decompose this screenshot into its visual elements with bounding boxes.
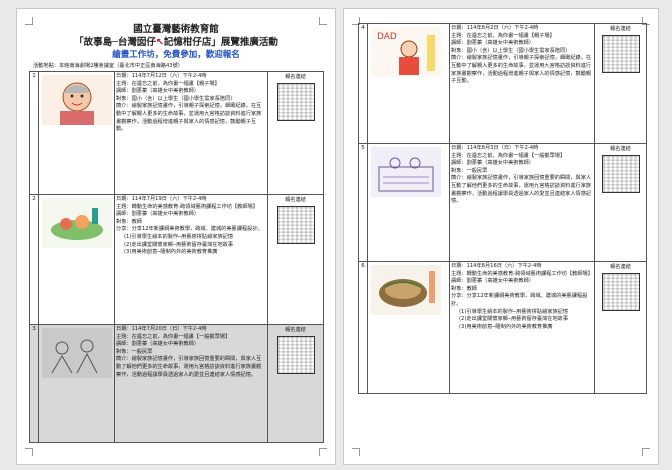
event-intro: 簡介：繪製家族記憶畫作，引導家族回憶重要的瞬間，與家人互動了解他們更多的生命故事… [451, 175, 592, 205]
registration-label: 報名連結 [610, 26, 631, 32]
event-lecturer: 講師：劉蔥蓁（高雄女中美術教師） [116, 88, 200, 95]
event-image [38, 194, 115, 325]
event-info: 日期：114年7月19日（六）下午2-4時 主題：轉動生命的美感教育-跨領域藝術… [114, 194, 268, 325]
event-number: 3 [29, 324, 39, 443]
event-bullet: (2)走出課堂關懷家鄉─用藝術留存臺灣在地故事 [459, 316, 569, 323]
exhibition-title-suffix: 記憶柑仔店」展覽推廣活動 [163, 37, 278, 48]
event-intro: 分享：分享12年新課綱美術教學，跨域、建城的美藝課程設計。 [451, 293, 588, 307]
event-date: 日期：114年8月3日（日）下午2-4時 [451, 145, 539, 151]
event-intro: 分享：分享12年新課綱美術教學，跨域、建城的美藝課程設計。 [116, 226, 263, 233]
event-registration: 報名連結 [594, 23, 647, 144]
qr-code[interactable] [601, 35, 640, 73]
event-row: 1 日期：114年7月12日（六）下午2-4時 主題：在遺忘之前，為你畫一幅畫【… [29, 71, 324, 195]
registration-label: 報名連結 [610, 264, 631, 270]
event-registration: 報名連結 [594, 261, 647, 394]
event-registration: 報名連結 [267, 71, 324, 195]
event-date: 日期：114年8月2日（六）下午2-4時 [451, 25, 539, 31]
svg-text:DAD: DAD [377, 32, 397, 42]
qr-code[interactable] [276, 206, 315, 244]
event-number: 1 [29, 71, 39, 195]
event-image [38, 71, 115, 195]
event-info: 日期：114年8月16日（六）下午2-4時 主題：轉動生命的美感教育-跨領域藝術… [449, 261, 595, 394]
exhibition-title-mark: ↖ [155, 37, 164, 48]
page-corner-mark [319, 448, 327, 456]
page-corner-mark [25, 448, 33, 456]
qr-code[interactable] [276, 336, 315, 374]
registration-label: 報名連結 [285, 327, 306, 333]
event-image [38, 324, 115, 443]
event-row: 2 日期：114年7月19日（六）下午2-4時 主題：轉動生命的美感教育-跨領域… [29, 194, 324, 325]
qr-code[interactable] [276, 83, 315, 121]
event-image [367, 143, 450, 262]
subtitle: 繪畫工作坊，免費參加，歡迎報名 [112, 50, 240, 60]
portrait-drawing [42, 75, 112, 125]
event-date: 日期：114年7月19日（六）下午2-4時 [116, 196, 207, 202]
event-date: 日期：114年7月20日（日）下午2-4時 [116, 326, 207, 332]
event-row-selected: 3 日期：114年7月20日（日）下午2-4時 主題：在遺忘之前，為你畫一幅畫【… [29, 324, 324, 443]
event-info: 日期：114年8月2日（六）下午2-4時 主題：在遺忘之前，為你畫一幅畫【親子場… [449, 23, 595, 144]
event-registration: 報名連結 [267, 194, 324, 325]
exhibition-title-prefix: 「故事島─台灣囡仔 [74, 37, 156, 48]
document-page-2: 4 DAD 日期：114年8月2日（六）下午2-4時 主題：在遺忘之前，為你畫一… [343, 8, 659, 465]
org-title: 國立臺灣藝術教育館 [133, 24, 219, 35]
event-lecturer: 講師：劉蔥蓁（高雄女中美術教師） [451, 40, 535, 47]
family-sketch [42, 328, 112, 378]
document-page-1: 國立臺灣藝術教育館 「故事島─台灣囡仔↖記憶柑仔店」展覽推廣活動 繪畫工作坊，免… [16, 8, 336, 465]
event-date: 日期：114年8月16日（六）下午2-4時 [451, 263, 542, 269]
exhibition-title: 「故事島─台灣囡仔↖記憶柑仔店」展覽推廣活動 [17, 34, 335, 48]
event-row: 5 日期：114年8月3日（日）下午2-4時 主題：在遺忘之前，為你畫一幅畫【一… [358, 143, 647, 262]
event-intro: 簡介：繪製家族記憶畫作，引導家族回憶重要的瞬間，與家人互動了解他們更多的生命故事… [116, 356, 262, 378]
dad-portrait-drawing: DAD [371, 27, 441, 77]
event-registration: 報名連結 [267, 324, 324, 443]
event-date: 日期：114年7月12日（六）下午2-4時 [116, 73, 207, 79]
page-corner-mark [642, 448, 650, 456]
event-lecturer: 講師：劉蔥蓁（高雄女中美術教師） [451, 160, 535, 167]
registration-label: 報名連結 [610, 146, 631, 152]
venue-line: 活動地點：本館南海劇場2樓會議室（臺北市中正區南海路43號） [33, 63, 183, 69]
registration-label: 報名連結 [285, 74, 306, 80]
event-lecturer: 講師：劉蔥蓁（高雄女中美術教師） [116, 211, 200, 218]
event-registration: 報名連結 [594, 143, 647, 262]
event-number: 5 [358, 143, 368, 262]
event-row: 4 DAD 日期：114年8月2日（六）下午2-4時 主題：在遺忘之前，為你畫一… [358, 23, 647, 144]
event-bullet: (1)引導學生繪本的製作─用藝術拼貼繪家族記憶 [124, 233, 234, 240]
interior-sketch [371, 147, 441, 197]
event-lecturer: 講師：劉蔥蓁（高雄女中美術教師） [116, 341, 200, 348]
event-intro: 簡介：繪製家族記憶畫作，引導親子探索記憶，細緻紀錄，在互動中了解親人更多的生命故… [116, 103, 262, 133]
event-lecturer: 講師：劉蔥蓁（高雄女中美術教師） [451, 278, 535, 285]
event-intro: 簡介：繪製家族記憶畫作，引導親子探索記憶，細緻紀錄，在互動中了解親人更多的生命故… [451, 55, 592, 85]
event-info: 日期：114年7月20日（日）下午2-4時 主題：在遺忘之前，為你畫一幅畫【一般… [114, 324, 268, 443]
event-number: 6 [358, 261, 368, 394]
event-bullet: (3)用美術創意─隨制內外的美術教育推廣 [124, 249, 218, 256]
page-corner-mark [352, 448, 360, 456]
event-image [367, 261, 450, 394]
registration-label: 報名連結 [285, 197, 306, 203]
event-image: DAD [367, 23, 450, 144]
event-number: 2 [29, 194, 39, 325]
still-life-drawing [42, 198, 112, 248]
event-info: 日期：114年7月12日（六）下午2-4時 主題：在遺忘之前，為你畫一幅畫【親子… [114, 71, 268, 195]
event-number: 4 [358, 23, 368, 144]
event-info: 日期：114年8月3日（日）下午2-4時 主題：在遺忘之前，為你畫一幅畫【一般觀… [449, 143, 595, 262]
qr-code[interactable] [601, 273, 640, 311]
event-row: 6 日期：114年8月16日（六）下午2-4時 主題：轉動生命的美感教育-跨領域… [358, 261, 647, 394]
events-table-page-1: 1 日期：114年7月12日（六）下午2-4時 主題：在遺忘之前，為你畫一幅畫【… [29, 71, 324, 443]
food-bowl-drawing [371, 265, 441, 315]
qr-code[interactable] [601, 155, 640, 193]
event-bullet: (3)用美術創意─隨制內外的美術教育推廣 [459, 323, 553, 330]
events-table-page-2: 4 DAD 日期：114年8月2日（六）下午2-4時 主題：在遺忘之前，為你畫一… [358, 23, 647, 394]
